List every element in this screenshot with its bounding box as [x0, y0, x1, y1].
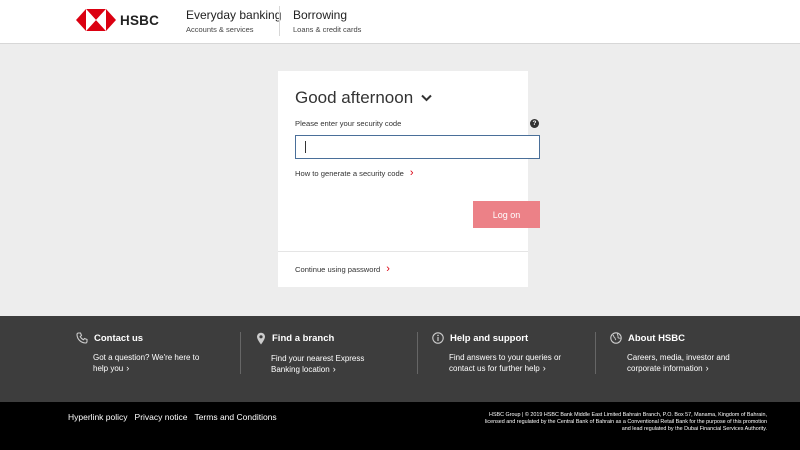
login-card: Good afternoon Please enter your securit… — [278, 71, 540, 287]
location-pin-icon — [257, 332, 265, 345]
site-header: HSBC Everyday banking Accounts & service… — [0, 0, 800, 44]
footer-text: corporate information — [627, 364, 703, 373]
security-code-label: Please enter your security code — [295, 119, 402, 128]
security-code-input[interactable] — [295, 135, 540, 159]
footer-heading: Help and support — [450, 332, 529, 344]
footer: Contact us Got a question? We're here to… — [0, 316, 800, 402]
greeting-dropdown[interactable]: Good afternoon — [295, 88, 432, 108]
footer-heading: Find a branch — [272, 333, 335, 344]
text-caret — [305, 141, 306, 153]
footer-text: Got a question? We're here to — [93, 353, 200, 362]
terms-and-conditions-link[interactable]: Terms and Conditions — [194, 412, 276, 422]
continue-link-label: Continue using password — [295, 265, 381, 274]
footer-help-and-support[interactable]: Help and support Find answers to your qu… — [432, 332, 582, 374]
card-divider — [278, 251, 528, 252]
help-icon[interactable]: ? — [530, 119, 539, 128]
nav-everyday-banking[interactable]: Everyday banking Accounts & services — [186, 0, 281, 44]
footer-divider — [240, 332, 241, 374]
footer-text: help you — [93, 364, 124, 373]
chevron-right-icon: › — [332, 364, 336, 374]
info-icon — [432, 332, 444, 344]
legal-text: HSBC Group | © 2019 HSBC Bank Middle Eas… — [485, 412, 767, 432]
legal-links: Hyperlink policy Privacy notice Terms an… — [68, 412, 284, 422]
privacy-notice-link[interactable]: Privacy notice — [135, 412, 188, 422]
hsbc-logo[interactable]: HSBC — [76, 9, 159, 31]
chevron-down-icon — [421, 94, 432, 102]
chevron-right-icon: › — [126, 363, 130, 373]
greeting-text: Good afternoon — [295, 88, 414, 107]
log-on-button[interactable]: Log on — [473, 201, 540, 228]
logo-text: HSBC — [120, 12, 160, 28]
nav-subtitle: Accounts & services — [186, 25, 254, 34]
footer-text: Banking location — [271, 365, 330, 374]
footer-find-a-branch[interactable]: Find a branch Find your nearest Express … — [256, 332, 406, 375]
how-link-label: How to generate a security code — [295, 169, 404, 178]
footer-heading: Contact us — [94, 332, 144, 344]
footer-about-hsbc[interactable]: About HSBC Careers, media, investor and … — [610, 332, 760, 374]
footer-divider — [417, 332, 418, 374]
continue-using-password-link[interactable]: Continue using password › — [295, 264, 390, 275]
nav-subtitle: Loans & credit cards — [293, 25, 362, 34]
chevron-right-icon: › — [542, 363, 546, 373]
globe-icon — [610, 332, 622, 344]
hyperlink-policy-link[interactable]: Hyperlink policy — [68, 412, 128, 422]
chevron-right-icon: › — [409, 167, 414, 179]
footer-divider — [595, 332, 596, 374]
phone-icon — [76, 332, 88, 344]
chevron-right-icon: › — [386, 263, 390, 275]
chevron-right-icon: › — [705, 363, 709, 373]
footer-contact-us[interactable]: Contact us Got a question? We're here to… — [76, 332, 226, 374]
nav-divider — [279, 6, 280, 36]
footer-text: contact us for further help — [449, 364, 540, 373]
nav-title: Borrowing — [293, 8, 348, 22]
hsbc-hexagon-icon — [76, 9, 116, 31]
footer-text: Find answers to your queries or — [449, 353, 562, 362]
how-to-generate-link[interactable]: How to generate a security code › — [295, 168, 414, 179]
bottom-bar: Hyperlink policy Privacy notice Terms an… — [0, 402, 800, 450]
nav-borrowing[interactable]: Borrowing Loans & credit cards — [293, 0, 361, 44]
footer-text: Careers, media, investor and — [627, 353, 730, 362]
nav-title: Everyday banking — [186, 8, 282, 22]
footer-text: Find your nearest Express — [271, 354, 365, 363]
footer-heading: About HSBC — [628, 332, 685, 344]
